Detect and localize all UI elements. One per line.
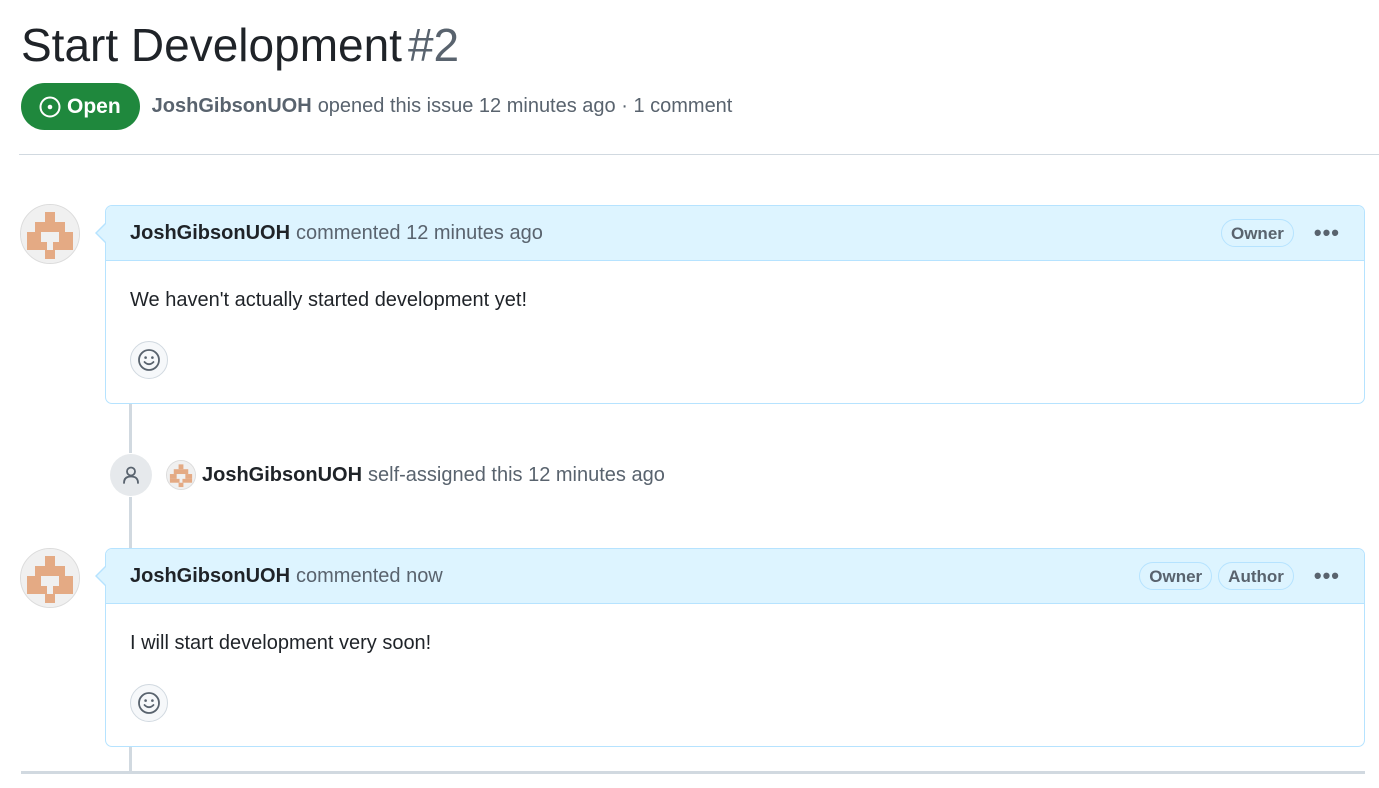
avatar[interactable] (20, 204, 80, 264)
issue-meta-text: opened this issue 12 minutes ago · 1 com… (317, 95, 733, 117)
issue-author-link[interactable]: JoshGibsonUOH (152, 95, 312, 118)
timeline-line (129, 497, 132, 548)
comment-timestamp[interactable]: commented now (296, 565, 443, 588)
timeline-line (129, 746, 132, 771)
add-reaction-button[interactable] (130, 341, 168, 379)
event-author-link[interactable]: JoshGibsonUOH (202, 464, 362, 487)
comment-header: JoshGibsonUOH commented now Owner Author… (95, 549, 1364, 604)
comment-pointer-fill (97, 224, 106, 242)
identicon-image (167, 461, 195, 489)
issue-title: Start Development (21, 19, 402, 71)
state-label: Open (67, 94, 121, 118)
add-reaction-button[interactable] (130, 684, 168, 722)
smiley-icon (138, 349, 160, 371)
issue-meta-row: Open JoshGibsonUOH opened this issue 12 … (21, 83, 732, 130)
comment-author-link[interactable]: JoshGibsonUOH (130, 222, 290, 245)
person-icon (123, 466, 139, 484)
issue-title-row: Start Development #2 (21, 14, 459, 76)
smiley-icon (138, 692, 160, 714)
comment-header: JoshGibsonUOH commented 12 minutes ago O… (95, 206, 1364, 261)
kebab-menu-icon[interactable]: ••• (1314, 565, 1340, 587)
timeline-event-assigned: JoshGibsonUOH self-assigned this 12 minu… (110, 454, 665, 496)
event-text: self-assigned this 12 minutes ago (368, 463, 665, 486)
mini-avatar[interactable] (166, 460, 196, 490)
header-divider (19, 154, 1379, 155)
issue-number: #2 (407, 19, 460, 71)
owner-badge: Owner (1139, 562, 1213, 590)
state-badge: Open (21, 83, 140, 130)
owner-badge: Owner (1220, 219, 1294, 247)
kebab-menu-icon[interactable]: ••• (1314, 222, 1340, 244)
author-badge: Author (1218, 562, 1294, 590)
timeline-end-divider (21, 771, 1365, 774)
identicon-image (21, 549, 79, 607)
event-icon-badge (110, 454, 152, 496)
comment-pointer-fill (97, 567, 106, 585)
comment-timestamp[interactable]: commented 12 minutes ago (296, 222, 543, 245)
comment-body: I will start development very soon! (130, 632, 432, 654)
comment-body: We haven't actually started development … (130, 289, 528, 311)
comment-box: JoshGibsonUOH commented 12 minutes ago O… (95, 205, 1365, 404)
comment-box: JoshGibsonUOH commented now Owner Author… (95, 548, 1365, 747)
avatar[interactable] (20, 548, 80, 608)
timeline-line (129, 403, 132, 453)
identicon-image (21, 205, 79, 263)
comment-author-link[interactable]: JoshGibsonUOH (130, 565, 290, 588)
issue-opened-icon (39, 96, 61, 117)
